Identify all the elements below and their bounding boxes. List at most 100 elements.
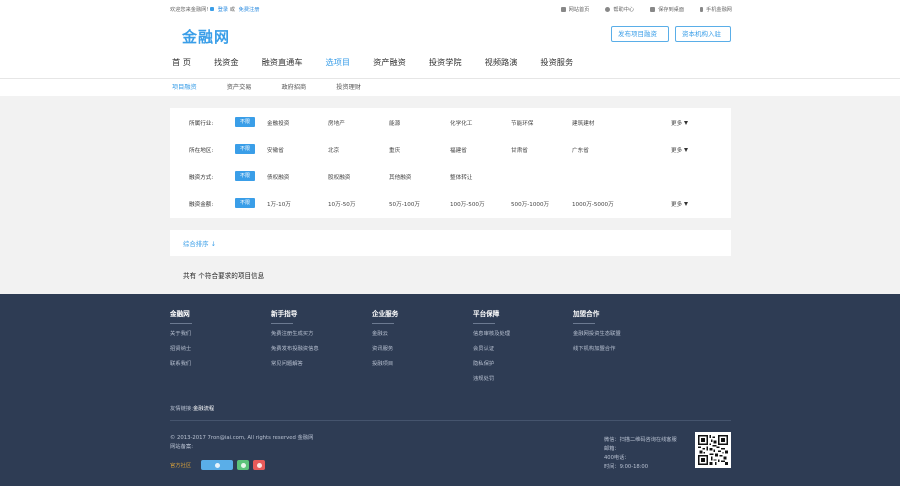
- filter-option[interactable]: 甘肃省: [511, 146, 528, 154]
- contact-email: 邮箱：: [604, 446, 620, 452]
- sort-comprehensive-button[interactable]: 综合排序 ↓: [183, 239, 216, 248]
- top-link-home[interactable]: 网站首页: [560, 6, 589, 13]
- filter-option[interactable]: 500万-1000万: [511, 200, 549, 208]
- top-link-mobile[interactable]: 手机金融网: [700, 6, 732, 13]
- user-icon: [210, 7, 215, 11]
- filter-unlimited-tag[interactable]: 不限: [235, 144, 255, 154]
- filter-more-button[interactable]: 更多: [671, 119, 689, 127]
- filter-option[interactable]: 能源: [389, 119, 400, 127]
- footer-link[interactable]: 联系我们: [170, 359, 191, 367]
- filter-option[interactable]: 债权融资: [267, 173, 289, 181]
- top-link-help[interactable]: 帮助中心: [605, 6, 634, 13]
- filter-option[interactable]: 安徽省: [267, 146, 284, 154]
- filter-option[interactable]: 整体转让: [450, 173, 472, 181]
- nav-item-video-roadshow[interactable]: 视频路演: [485, 56, 518, 68]
- filter-option[interactable]: 股权融资: [328, 173, 350, 181]
- weibo-icon[interactable]: [201, 460, 234, 470]
- filter-option[interactable]: 其他融资: [389, 173, 411, 181]
- footer-col-about: 金融网 关于我们 招贤纳士 联系我们: [170, 308, 193, 374]
- footer-col-enterprise: 企业服务 金融云 资讯服务 投融项目: [372, 308, 398, 374]
- filter-more-button[interactable]: 更多: [671, 200, 689, 208]
- filter-option[interactable]: 10万-50万: [328, 200, 355, 208]
- footer-col-guide: 新手指导 免费注册生成买方 免费发布投融资信息 常见问题解答: [271, 308, 319, 374]
- more-label: 更多: [671, 148, 683, 154]
- footer-link[interactable]: 会员认证: [473, 344, 510, 352]
- filter-option[interactable]: 1万-10万: [267, 200, 291, 208]
- footer-link[interactable]: 隐私保护: [473, 359, 510, 367]
- official-community-label: 官方社区: [170, 463, 192, 469]
- subnav-item-gov-investment[interactable]: 政府招商: [282, 82, 307, 91]
- nav-item-asset-financing[interactable]: 资产融资: [373, 56, 406, 68]
- footer-link[interactable]: 金融云: [372, 329, 398, 337]
- filter-option[interactable]: 100万-500万: [450, 200, 485, 208]
- footer-link[interactable]: 招贤纳士: [170, 344, 191, 352]
- subnav-item-project-financing[interactable]: 项目融资: [172, 82, 197, 91]
- wechat-icon[interactable]: [237, 460, 250, 470]
- footer-link[interactable]: 信息审核及处理: [473, 329, 510, 337]
- filter-option[interactable]: 金融投资: [267, 119, 289, 127]
- nav-item-find-funds[interactable]: 找资金: [214, 56, 239, 68]
- footer-link[interactable]: 免费发布投融资信息: [271, 344, 319, 352]
- filter-unlimited-tag[interactable]: 不限: [235, 171, 255, 181]
- subnav-item-asset-trading[interactable]: 资产交易: [227, 82, 252, 91]
- nav-item-financing-express[interactable]: 融资直通车: [262, 56, 303, 68]
- or-label: 或: [229, 7, 235, 13]
- investor-join-button[interactable]: 资本机构入驻: [675, 26, 731, 42]
- copyright-text: © 2013-2017 7ron@iai.com, All rights res…: [170, 435, 314, 441]
- footer-col-title: 企业服务: [372, 308, 398, 324]
- site-footer: 金融网 关于我们 招贤纳士 联系我们 新手指导 免费注册生成买方 免费发布投融资…: [0, 294, 900, 486]
- site-header: 金融网 发布项目融资 资本机构入驻 首 页 找资金 融资直通车 选项目 资产融资…: [0, 18, 900, 96]
- filter-label: 融资金额:: [189, 202, 214, 208]
- footer-link[interactable]: 线下机构加盟合作: [573, 344, 621, 352]
- top-link-desktop-label: 保存到桌面: [658, 7, 685, 13]
- result-count-text: 共有 个符合要求的项目信息: [183, 272, 265, 280]
- filter-label: 所在地区:: [189, 148, 214, 154]
- nav-item-invest-academy[interactable]: 投资学院: [429, 56, 462, 68]
- filter-option[interactable]: 重庆: [389, 146, 400, 154]
- filter-option[interactable]: 建筑建材: [572, 119, 594, 127]
- footer-link[interactable]: 免费注册生成买方: [271, 329, 319, 337]
- filter-panel: 所属行业: 不限 金融投资 房地产 能源 化学化工 节能环保 建筑建材 更多 所…: [170, 108, 731, 218]
- welcome-label: 欢迎您来金融网!: [170, 7, 209, 13]
- footer-col-title: 加盟合作: [573, 308, 621, 324]
- caret-down-icon: [684, 121, 689, 125]
- nav-item-select-project[interactable]: 选项目: [326, 56, 351, 68]
- filter-option[interactable]: 广东省: [572, 146, 589, 154]
- top-link-desktop[interactable]: 保存到桌面: [650, 6, 684, 13]
- more-label: 更多: [671, 121, 683, 127]
- filter-option[interactable]: 福建省: [450, 146, 467, 154]
- filter-option[interactable]: 房地产: [328, 119, 345, 127]
- site-logo[interactable]: 金融网: [182, 26, 230, 47]
- footer-link[interactable]: 常见问题解答: [271, 359, 319, 367]
- caret-down-icon: [684, 148, 689, 152]
- nav-item-invest-service[interactable]: 投资服务: [540, 56, 573, 68]
- copyright-block: © 2013-2017 7ron@iai.com, All rights res…: [170, 434, 313, 452]
- register-link[interactable]: 免费注册: [239, 7, 260, 13]
- filter-option[interactable]: 化学化工: [450, 119, 472, 127]
- footer-link[interactable]: 关于我们: [170, 329, 191, 337]
- contact-info: 微信：扫描二维码咨询在线客服 邮箱： 400电话： 时间：9:00-18:00: [604, 436, 677, 472]
- footer-link[interactable]: 投融项目: [372, 359, 398, 367]
- footer-link[interactable]: 违规处罚: [473, 374, 510, 382]
- filter-option[interactable]: 1000万-5000万: [572, 200, 614, 208]
- nav-item-home[interactable]: 首 页: [172, 56, 191, 68]
- filter-more-button[interactable]: 更多: [671, 146, 689, 154]
- filter-option[interactable]: 50万-100万: [389, 200, 420, 208]
- subnav-item-wealth-management[interactable]: 投资理财: [336, 82, 361, 91]
- filter-row-financing-method: 融资方式: 不限 债权融资 股权融资 其他融资 整体转让: [170, 163, 731, 190]
- filter-option[interactable]: 节能环保: [511, 119, 533, 127]
- filter-option[interactable]: 北京: [328, 146, 339, 154]
- footer-link[interactable]: 资讯服务: [372, 344, 398, 352]
- footer-col-guarantee: 平台保障 信息审核及处理 会员认证 隐私保护 违规处罚: [473, 308, 510, 389]
- login-link[interactable]: 登录: [218, 7, 228, 13]
- publish-project-button[interactable]: 发布项目融资: [611, 26, 669, 42]
- contact-hours: 时间：9:00-18:00: [604, 464, 649, 470]
- footer-link[interactable]: 金融网投资生态联盟: [573, 329, 621, 337]
- filter-unlimited-tag[interactable]: 不限: [235, 198, 255, 208]
- sort-bar: 综合排序 ↓: [170, 230, 731, 256]
- filter-unlimited-tag[interactable]: 不限: [235, 117, 255, 127]
- top-link-mobile-label: 手机金融网: [706, 7, 732, 13]
- help-icon: [605, 7, 611, 12]
- qq-icon[interactable]: [253, 460, 266, 470]
- friend-link[interactable]: 金融流程: [193, 406, 214, 412]
